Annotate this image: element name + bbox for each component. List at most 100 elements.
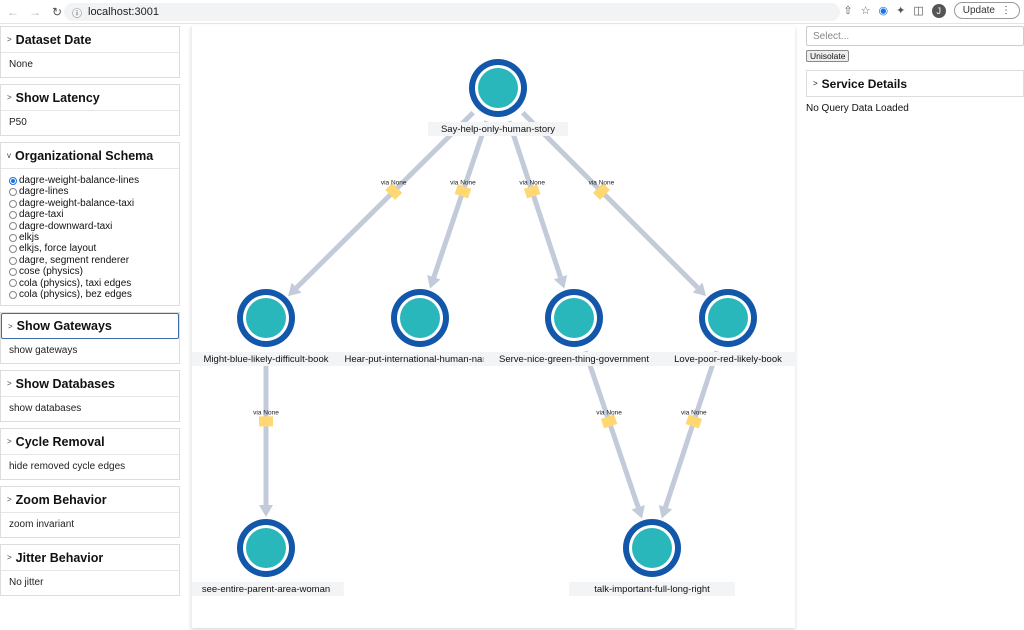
radio-button[interactable] — [9, 233, 17, 242]
panel-title: Jitter Behavior — [15, 550, 104, 565]
panel-header-show-gateways[interactable]: > Show Gateways — [1, 313, 179, 340]
edge-marker — [685, 414, 703, 429]
back-icon[interactable]: ← — [4, 5, 22, 19]
option-label: elkjs, force layout — [19, 243, 97, 255]
edge-label: via None — [381, 179, 407, 186]
node-core — [246, 528, 286, 568]
radio-button[interactable] — [9, 245, 17, 254]
option-label: cola (physics), taxi edges — [19, 277, 132, 289]
schema-option[interactable]: cola (physics), taxi edges — [9, 278, 171, 289]
puzzle-icon[interactable]: ✦ — [896, 4, 905, 17]
radio-button[interactable] — [9, 279, 17, 288]
radio-button[interactable] — [9, 188, 17, 197]
share-icon[interactable]: ⇧ — [843, 4, 852, 17]
panel-header-zoom-behavior[interactable]: > Zoom Behavior — [1, 487, 179, 514]
panel-title: Show Gateways — [16, 319, 112, 334]
chevron-down-icon: v — [7, 151, 11, 160]
panel-dataset-date: > Dataset Date None — [0, 26, 180, 78]
panel-title: Cycle Removal — [15, 434, 105, 449]
service-node[interactable]: see-entire-parent-area-woman — [192, 519, 344, 596]
bookmark-star-icon[interactable]: ☆ — [861, 4, 871, 17]
extension-icon[interactable]: ◉ — [879, 4, 889, 17]
option-label: dagre-taxi — [19, 209, 64, 221]
node-label: Say-help-only-human-story — [441, 124, 555, 135]
panel-title: Show Databases — [15, 376, 116, 391]
forward-icon[interactable]: → — [26, 5, 44, 19]
panel-header-show-latency[interactable]: > Show Latency — [1, 85, 179, 111]
radio-button[interactable] — [9, 290, 17, 299]
edge-marker — [259, 416, 273, 427]
edge-label: via None — [253, 409, 279, 416]
node-core — [246, 298, 286, 338]
edge-label: via None — [450, 179, 476, 186]
radio-button[interactable] — [9, 210, 17, 219]
radio-button[interactable] — [9, 222, 17, 231]
option-label: cose (physics) — [19, 266, 83, 278]
schema-option[interactable]: dagre-taxi — [9, 209, 171, 220]
address-bar[interactable]: ⓘ localhost:3001 — [64, 3, 840, 21]
panel-organizational-schema: v Organizational Schema dagre-weight-bala… — [0, 142, 180, 307]
more-icon: ⋮ — [1001, 5, 1011, 16]
panel-header-dataset-date[interactable]: > Dataset Date — [1, 27, 179, 53]
schema-option[interactable]: dagre-weight-balance-lines — [9, 175, 171, 186]
edge-arrow — [259, 505, 273, 517]
radio-button[interactable] — [9, 199, 17, 208]
node-core — [554, 298, 594, 338]
node-label: Serve-nice-green-thing-government — [499, 354, 649, 365]
panel-value: show gateways — [9, 345, 78, 357]
chevron-right-icon: > — [813, 79, 818, 88]
radio-button[interactable] — [9, 267, 17, 276]
node-label: Love-poor-red-likely-book — [674, 354, 782, 365]
panel-cycle-removal: > Cycle Removal hide removed cycle edges — [0, 428, 180, 481]
edge-line — [663, 350, 720, 508]
schema-option[interactable]: dagre-lines — [9, 186, 171, 197]
query-status: No Query Data Loaded — [806, 103, 909, 114]
panel-value: None — [9, 59, 33, 70]
schema-option[interactable]: dagre-downward-taxi — [9, 221, 171, 232]
service-node[interactable]: Serve-nice-green-thing-government — [483, 289, 665, 366]
schema-option[interactable]: cose (physics) — [9, 266, 171, 277]
schema-option[interactable]: dagre, segment renderer — [9, 255, 171, 266]
radio-button[interactable] — [9, 256, 17, 265]
node-core — [478, 68, 518, 108]
panel-title: Show Latency — [15, 90, 100, 105]
schema-option[interactable]: dagre-weight-balance-taxi — [9, 198, 171, 209]
chevron-right-icon: > — [7, 495, 12, 505]
schema-option[interactable]: elkjs — [9, 232, 171, 243]
schema-option[interactable]: elkjs, force layout — [9, 243, 171, 254]
service-node[interactable]: Might-blue-likely-difficult-book — [192, 289, 355, 366]
node-label: see-entire-parent-area-woman — [202, 584, 330, 595]
site-info-icon[interactable]: ⓘ — [72, 5, 82, 20]
details-panel: Select... Unisolate > Service Details No … — [806, 26, 1024, 114]
node-core — [632, 528, 672, 568]
graph-canvas[interactable]: via None via None via None via None via None… — [191, 26, 796, 628]
service-node[interactable]: Hear-put-international-human-name — [344, 289, 496, 366]
node-label: Might-blue-likely-difficult-book — [204, 354, 329, 365]
service-details-title: Service Details — [821, 76, 908, 91]
avatar[interactable]: J — [931, 3, 946, 18]
update-button[interactable]: Update ⋮ — [953, 2, 1020, 19]
service-node[interactable]: Love-poor-red-likely-book — [658, 289, 796, 366]
option-label: dagre-lines — [19, 186, 69, 198]
panel-header-jitter-behavior[interactable]: > Jitter Behavior — [1, 545, 179, 572]
panel-value: No jitter — [9, 577, 44, 589]
radio-button[interactable] — [9, 176, 17, 185]
node-core — [400, 298, 440, 338]
panel-show-gateways: > Show Gateways show gateways — [0, 312, 180, 365]
service-node[interactable]: talk-important-full-long-right — [569, 519, 735, 596]
option-label: dagre-downward-taxi — [19, 220, 113, 232]
service-graph[interactable]: via None via None via None via None via None… — [192, 26, 796, 628]
service-node[interactable]: Say-help-only-human-story — [428, 59, 568, 136]
panel-header-organizational-schema[interactable]: v Organizational Schema — [1, 143, 179, 169]
panel-header-cycle-removal[interactable]: > Cycle Removal — [1, 429, 179, 456]
service-details-header[interactable]: > Service Details — [806, 70, 1024, 97]
schema-option[interactable]: cola (physics), bez edges — [9, 289, 171, 300]
panel-jitter-behavior: > Jitter Behavior No jitter — [0, 544, 180, 597]
panel-header-show-databases[interactable]: > Show Databases — [1, 371, 179, 398]
edge-label: via None — [681, 409, 707, 416]
panel-value: P50 — [9, 117, 27, 128]
service-select[interactable]: Select... — [806, 26, 1024, 46]
edge-marker — [454, 184, 472, 199]
side-panel-icon[interactable]: ◫ — [913, 4, 923, 17]
unisolate-button[interactable]: Unisolate — [806, 50, 850, 62]
